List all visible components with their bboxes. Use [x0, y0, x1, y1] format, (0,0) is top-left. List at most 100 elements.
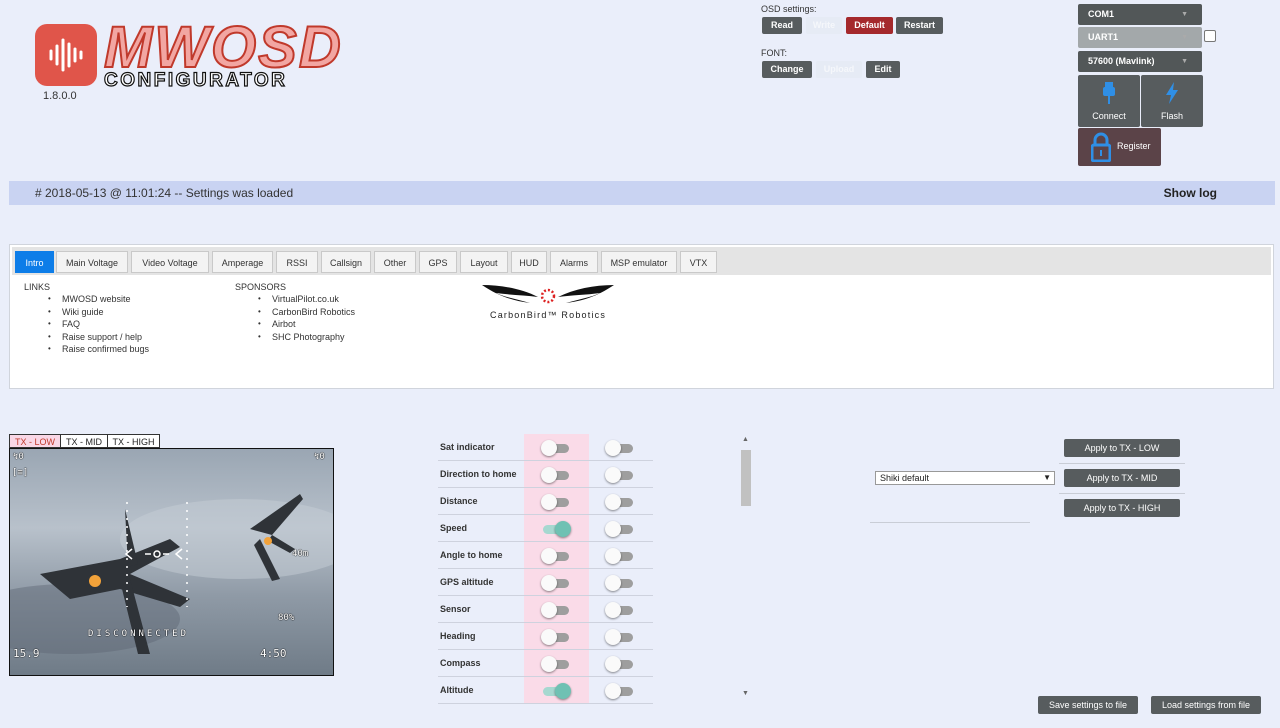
- save-settings-button[interactable]: Save settings to file: [1038, 696, 1138, 714]
- tx-tab-high[interactable]: TX - HIGH: [107, 434, 160, 448]
- connect-button[interactable]: Connect: [1078, 75, 1140, 127]
- toggle-knob: [541, 602, 557, 618]
- toggle-tx-low[interactable]: [541, 494, 571, 510]
- apply-tx-mid-button[interactable]: Apply to TX - MID: [1064, 469, 1180, 487]
- toggle-tx-low[interactable]: [541, 521, 571, 537]
- scroll-up-arrow-icon[interactable]: ▲: [742, 436, 749, 443]
- sponsor-shc-photography[interactable]: SHC Photography: [258, 331, 355, 344]
- status-bar: # 2018-05-13 @ 11:01:24 -- Settings was …: [9, 181, 1275, 205]
- uart-checkbox[interactable]: [1204, 30, 1216, 42]
- font-edit-button[interactable]: Edit: [866, 61, 900, 78]
- scroll-thumb[interactable]: [741, 450, 751, 506]
- toggle-tx-mid[interactable]: [605, 494, 635, 510]
- link-mwosd-website[interactable]: MWOSD website: [48, 293, 149, 306]
- toggle-tx-mid[interactable]: [605, 575, 635, 591]
- flash-button[interactable]: Flash: [1141, 75, 1203, 127]
- dropdown-arrow-icon: ▼: [1043, 473, 1051, 482]
- uart-select[interactable]: UART1 ▼: [1078, 27, 1202, 48]
- chevron-down-icon: ▼: [1181, 11, 1188, 18]
- toggle-knob: [541, 467, 557, 483]
- toggle-tx-low[interactable]: [541, 575, 571, 591]
- toggle-tx-mid[interactable]: [605, 467, 635, 483]
- toggle-tx-mid[interactable]: [605, 548, 635, 564]
- toggle-knob: [555, 683, 571, 699]
- baud-rate-select[interactable]: 57600 (Mavlink) ▼: [1078, 51, 1202, 72]
- tab-hud[interactable]: HUD: [511, 251, 547, 273]
- toggle-tx-mid[interactable]: [605, 521, 635, 537]
- register-label: Register: [1117, 141, 1151, 151]
- toggle-tx-low[interactable]: [541, 602, 571, 618]
- status-message: # 2018-05-13 @ 11:01:24 -- Settings was …: [35, 186, 294, 200]
- osd-element-row: Direction to home: [438, 461, 653, 488]
- apply-tx-low-button[interactable]: Apply to TX - LOW: [1064, 439, 1180, 457]
- chevron-down-icon: ▼: [1181, 34, 1188, 41]
- toggle-tx-low[interactable]: [541, 629, 571, 645]
- tab-other[interactable]: Other: [374, 251, 416, 273]
- baud-rate-value: 57600 (Mavlink): [1088, 56, 1155, 66]
- usb-plug-icon: [1078, 82, 1140, 106]
- osd-element-row: Sat indicator: [438, 434, 653, 461]
- app-logo-icon: [35, 24, 97, 86]
- write-button[interactable]: Write: [806, 17, 842, 34]
- preset-select[interactable]: Shiki default ▼: [875, 471, 1055, 485]
- font-change-button[interactable]: Change: [762, 61, 812, 78]
- default-button[interactable]: Default: [846, 17, 893, 34]
- toggle-knob: [555, 521, 571, 537]
- sponsor-airbot[interactable]: Airbot: [258, 318, 355, 331]
- osd-element-row: Altitude: [438, 677, 653, 704]
- osd-percent-readout: 80%: [278, 613, 295, 623]
- osd-element-name: Altitude: [440, 685, 474, 695]
- apply-tx-high-button[interactable]: Apply to TX - HIGH: [1064, 499, 1180, 517]
- toggle-tx-mid[interactable]: [605, 683, 635, 699]
- toggle-tx-mid[interactable]: [605, 440, 635, 456]
- link-support[interactable]: Raise support / help: [48, 331, 149, 344]
- load-settings-button[interactable]: Load settings from file: [1151, 696, 1261, 714]
- toggle-tx-low[interactable]: [541, 656, 571, 672]
- toggle-knob: [605, 656, 621, 672]
- tab-layout[interactable]: Layout: [460, 251, 508, 273]
- tx-tab-mid[interactable]: TX - MID: [60, 434, 108, 448]
- sponsor-logo-text: CarbonBird™ Robotics: [490, 310, 607, 320]
- toggle-tx-low[interactable]: [541, 467, 571, 483]
- tab-video-voltage[interactable]: Video Voltage: [131, 251, 209, 273]
- element-list-scrollbar[interactable]: ▲ ▼: [740, 436, 752, 702]
- app-version: 1.8.0.0: [43, 90, 77, 102]
- toggle-knob: [605, 494, 621, 510]
- osd-element-row: Heading: [438, 623, 653, 650]
- com-port-select[interactable]: COM1 ▼: [1078, 4, 1202, 25]
- tab-callsign[interactable]: Callsign: [321, 251, 371, 273]
- tab-alarms[interactable]: Alarms: [550, 251, 598, 273]
- read-button[interactable]: Read: [762, 17, 802, 34]
- tab-main-voltage[interactable]: Main Voltage: [56, 251, 128, 273]
- link-faq[interactable]: FAQ: [48, 318, 149, 331]
- toggle-tx-mid[interactable]: [605, 629, 635, 645]
- link-bugs[interactable]: Raise confirmed bugs: [48, 343, 149, 356]
- link-wiki-guide[interactable]: Wiki guide: [48, 306, 149, 319]
- scroll-down-arrow-icon[interactable]: ▼: [742, 690, 749, 697]
- tab-gps[interactable]: GPS: [419, 251, 457, 273]
- show-log-link[interactable]: Show log: [1164, 186, 1217, 200]
- osd-altitude-readout: 40m: [292, 549, 309, 559]
- osd-element-name: GPS altitude: [440, 577, 494, 587]
- sponsor-carbonbird[interactable]: CarbonBird Robotics: [258, 306, 355, 319]
- tab-rssi[interactable]: RSSI: [276, 251, 318, 273]
- sponsors-title: SPONSORS: [235, 282, 287, 292]
- tab-msp-emulator[interactable]: MSP emulator: [601, 251, 677, 273]
- sponsor-virtualpilot[interactable]: VirtualPilot.co.uk: [258, 293, 355, 306]
- toggle-tx-low[interactable]: [541, 683, 571, 699]
- logo-wordmark: MWOSD: [103, 15, 343, 80]
- toggle-tx-mid[interactable]: [605, 656, 635, 672]
- hud-ladder-icon: [124, 502, 188, 607]
- tab-vtx[interactable]: VTX: [680, 251, 717, 273]
- tx-tab-low[interactable]: TX - LOW: [9, 434, 61, 448]
- restart-button[interactable]: Restart: [896, 17, 943, 34]
- toggle-tx-low[interactable]: [541, 440, 571, 456]
- font-upload-button[interactable]: Upload: [816, 61, 862, 78]
- divider: [870, 522, 1030, 523]
- toggle-tx-mid[interactable]: [605, 602, 635, 618]
- tab-amperage[interactable]: Amperage: [212, 251, 273, 273]
- tab-intro[interactable]: Intro: [15, 251, 54, 273]
- toggle-tx-low[interactable]: [541, 548, 571, 564]
- register-button[interactable]: Register: [1078, 128, 1161, 166]
- links-list: MWOSD website Wiki guide FAQ Raise suppo…: [48, 293, 149, 356]
